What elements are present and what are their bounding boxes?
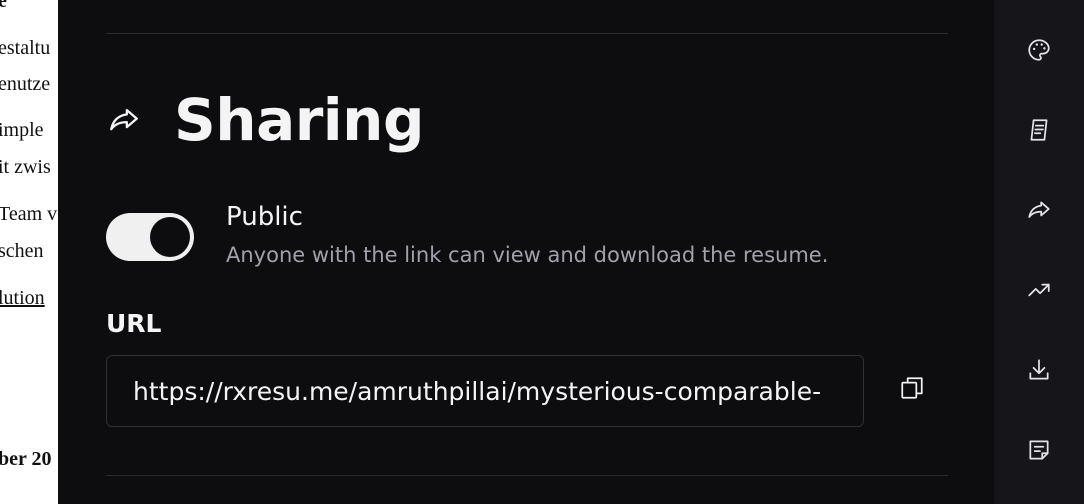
- copy-button[interactable]: [894, 372, 930, 408]
- sidebar-item-notes[interactable]: [1024, 437, 1054, 467]
- notebook-icon: [1026, 117, 1052, 147]
- sidebar-item-export[interactable]: [1024, 357, 1054, 387]
- share-icon: [1026, 197, 1052, 227]
- section-title: Sharing: [174, 86, 425, 154]
- sharing-panel: Sharing Public Anyone with the link can …: [58, 0, 994, 504]
- download-icon: [1026, 357, 1052, 387]
- sidebar-item-sharing[interactable]: [1024, 197, 1054, 227]
- resume-text: e: [0, 0, 7, 12]
- trending-up-icon: [1026, 277, 1052, 307]
- sidebar-item-statistics[interactable]: [1024, 277, 1054, 307]
- resume-text: enutze: [0, 73, 51, 95]
- resume-text: estaltu: [0, 37, 51, 59]
- public-toggle[interactable]: [106, 213, 194, 261]
- url-input[interactable]: [106, 355, 864, 427]
- resume-text: lution: [0, 287, 45, 309]
- resume-text: Team v: [0, 203, 58, 225]
- palette-icon: [1026, 37, 1052, 67]
- url-label: URL: [106, 309, 162, 338]
- section-divider-bottom: [106, 475, 948, 476]
- sidebar-item-layout[interactable]: [1024, 117, 1054, 147]
- toggle-knob: [150, 217, 190, 257]
- resume-text: ber 20: [0, 448, 52, 470]
- public-description: Anyone with the link can view and downlo…: [226, 243, 829, 267]
- resume-text: schen: [0, 240, 44, 262]
- public-label: Public: [226, 202, 303, 232]
- copy-icon: [899, 375, 925, 405]
- sidebar-item-theme[interactable]: [1024, 37, 1054, 67]
- share-icon: [106, 102, 142, 138]
- section-header: Sharing: [106, 86, 425, 154]
- resume-preview: e estaltu enutze imple it zwis Team v sc…: [0, 0, 58, 504]
- section-divider-top: [106, 33, 948, 34]
- resume-text: imple: [0, 119, 44, 141]
- right-sidebar: [994, 0, 1084, 504]
- note-icon: [1026, 437, 1052, 467]
- resume-text: it zwis: [0, 156, 51, 178]
